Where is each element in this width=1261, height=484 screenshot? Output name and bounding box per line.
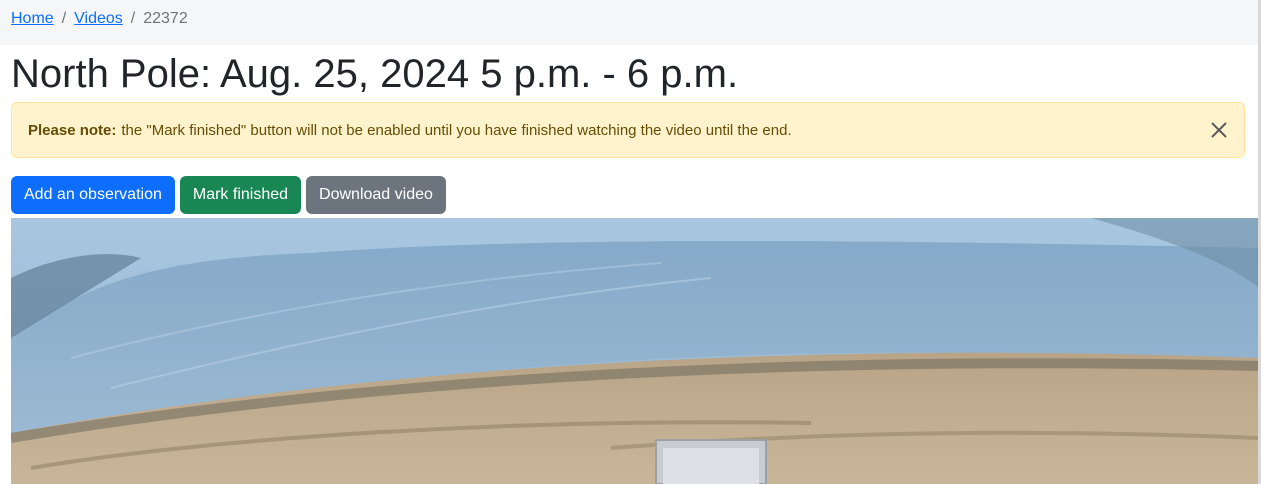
breadcrumb: Home / Videos / 22372 [11, 10, 188, 28]
warning-alert: Please note: the "Mark finished" button … [11, 102, 1245, 158]
breadcrumb-separator: / [61, 10, 67, 27]
breadcrumb-videos-link[interactable]: Videos [74, 10, 123, 28]
breadcrumb-home-link[interactable]: Home [11, 10, 54, 28]
breadcrumb-bar: Home / Videos / 22372 [0, 0, 1258, 45]
page-title: North Pole: Aug. 25, 2024 5 p.m. - 6 p.m… [11, 52, 739, 96]
download-video-button[interactable]: Download video [306, 176, 446, 214]
alert-label: Please note: [28, 121, 117, 139]
video-frame [11, 218, 1259, 484]
action-buttons: Add an observation Mark finished Downloa… [11, 176, 446, 214]
close-icon[interactable] [1208, 119, 1230, 141]
video-player[interactable] [11, 218, 1259, 484]
breadcrumb-separator: / [130, 10, 136, 27]
alert-message: the "Mark finished" button will not be e… [121, 121, 792, 139]
breadcrumb-current: 22372 [143, 10, 188, 27]
add-observation-button[interactable]: Add an observation [11, 176, 175, 214]
mark-finished-button[interactable]: Mark finished [179, 176, 302, 214]
